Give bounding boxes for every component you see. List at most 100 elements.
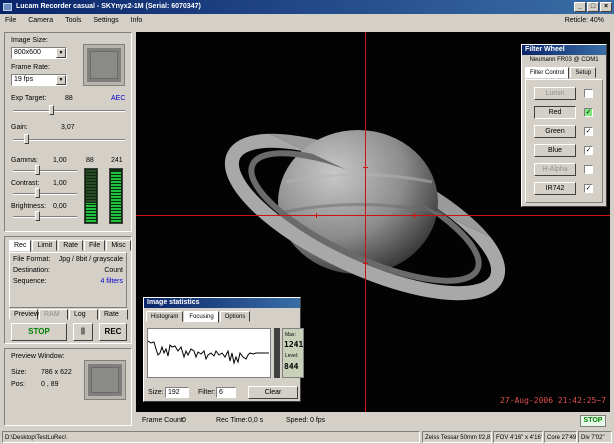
filter-button-lumin[interactable]: Lumin <box>534 87 576 100</box>
brightness-slider[interactable] <box>35 211 40 221</box>
tab-options[interactable]: Options <box>219 311 251 322</box>
exp-target-label: Exp Target: <box>11 95 47 102</box>
speed-value: 0 fps <box>310 417 326 424</box>
tab-rec[interactable]: Rec <box>9 240 32 252</box>
gamma-slider[interactable] <box>35 165 40 175</box>
contrast-slider[interactable] <box>35 188 40 198</box>
tab-filter-control[interactable]: Filter Control <box>525 67 570 79</box>
maximize-button[interactable]: □ <box>587 2 599 12</box>
filter-check-red[interactable]: ✓ <box>584 108 593 117</box>
file-format-label: File Format: <box>13 256 51 263</box>
reticle-tick <box>316 213 317 218</box>
image-statistics-title[interactable]: Image statistics <box>144 298 300 308</box>
filter-stepper[interactable]: 6 <box>216 387 236 398</box>
preview-window-panel: Preview Window: Size: 786 x 622 Pos: 0 ,… <box>4 348 132 426</box>
tab-rate-mode[interactable]: Rate <box>99 309 128 320</box>
gain-slider[interactable] <box>24 134 29 144</box>
menu-camera[interactable]: Camera <box>23 14 58 28</box>
clear-button[interactable]: Clear <box>248 386 298 399</box>
contrast-slider-track <box>13 193 77 195</box>
filter-button-h-alpha[interactable]: H-Alpha <box>534 163 576 176</box>
filter-button-ir742[interactable]: IR742 <box>534 182 576 195</box>
contrast-value: 1,00 <box>53 180 67 187</box>
filter-check-green[interactable]: ✓ <box>584 127 593 136</box>
filter-wheel-window: Filter Wheel Neumann FR03 @ COM1 Filter … <box>521 44 607 207</box>
frame-rate-select[interactable]: 19 fps ▼ <box>11 74 67 86</box>
menu-tools[interactable]: Tools <box>60 14 86 28</box>
filter-check-lumin[interactable] <box>584 89 593 98</box>
gain-label: Gain: <box>11 124 28 131</box>
signal-meter-left <box>84 168 98 224</box>
rec-time-label: Rec Time: <box>216 417 248 424</box>
tab-rate[interactable]: Rate <box>58 240 84 251</box>
chevron-down-icon: ▼ <box>56 75 66 85</box>
window-title-bar[interactable]: Lucam Recorder casual - SKYnyx2-1M (Seri… <box>0 0 614 14</box>
filter-button-blue[interactable]: Blue <box>534 144 576 157</box>
tab-histogram[interactable]: Histogram <box>146 311 184 322</box>
close-button[interactable]: × <box>600 2 612 12</box>
frame-rate-value: 19 fps <box>14 76 34 83</box>
menu-info[interactable]: Info <box>126 14 148 28</box>
destination-label: Destination: <box>13 267 50 274</box>
destination-value: Count <box>104 267 123 274</box>
filter-wheel-device: Neumann FR03 @ COM1 <box>529 57 599 63</box>
exp-target-value: 88 <box>65 95 73 102</box>
minimize-button[interactable]: _ <box>574 2 586 12</box>
filter-wheel-title[interactable]: Filter Wheel <box>522 45 606 55</box>
signal-meter-right <box>109 168 123 224</box>
filter-check-ir742[interactable]: ✓ <box>584 184 593 193</box>
size-label: Size: <box>148 389 164 396</box>
record-mode-tabs: Preview RAM Log Rate <box>9 309 128 320</box>
tab-focusing[interactable]: Focusing <box>184 311 219 323</box>
pause-button[interactable]: || <box>73 323 93 341</box>
rec-time-value: 0,0 s <box>248 417 264 424</box>
exp-target-slider[interactable] <box>49 105 54 115</box>
gamma-slider-track <box>13 170 77 172</box>
timestamp-overlay: 27-Aug-2006 21:42:25~7 <box>500 396 606 405</box>
preview-window-title: Preview Window: <box>11 353 65 360</box>
app-icon <box>3 3 12 11</box>
size-stepper-value: 192 <box>168 389 180 396</box>
camera-settings-panel: Image Size: 800x600 ▼ Frame Rate: 19 fps… <box>4 32 132 232</box>
focus-readout: Max: 1241 Level: 844 <box>282 328 304 378</box>
tab-log[interactable]: Log <box>69 309 98 320</box>
tab-file[interactable]: File <box>84 240 106 251</box>
filter-check-blue[interactable]: ✓ <box>584 146 593 155</box>
brightness-value: 0,00 <box>53 203 67 210</box>
filter-button-red[interactable]: Red <box>534 106 576 119</box>
tab-preview[interactable]: Preview <box>9 309 39 320</box>
stop-button[interactable]: STOP <box>11 323 67 341</box>
preview-position-thumbnail[interactable] <box>84 360 126 400</box>
frame-count-value: 0 <box>182 417 186 424</box>
menu-settings[interactable]: Settings <box>88 14 123 28</box>
div-info: Div 7'02" <box>578 431 612 443</box>
image-statistics-tabs: Histogram Focusing Options <box>146 311 251 323</box>
saturn-globe <box>278 130 438 274</box>
filter-check-h-alpha[interactable] <box>584 165 593 174</box>
gamma-value: 1,00 <box>53 157 67 164</box>
gain-value: 3,07 <box>61 124 75 131</box>
frame-count-label: Frame Count: <box>142 417 185 424</box>
gamma-label: Gamma: <box>11 157 38 164</box>
tab-ram[interactable]: RAM <box>39 309 68 320</box>
level-label: Level: <box>285 353 299 359</box>
tab-misc[interactable]: Misc <box>106 240 131 251</box>
rec-button[interactable]: REC <box>99 323 127 341</box>
chevron-down-icon: ▼ <box>56 48 66 58</box>
filter-button-green[interactable]: Green <box>534 125 576 138</box>
reticle-tick <box>414 213 415 218</box>
max-value: 1241 <box>284 340 304 349</box>
image-size-preview <box>83 44 125 86</box>
menu-file[interactable]: File <box>0 14 21 28</box>
aec-toggle[interactable]: AEC <box>111 95 125 102</box>
core-info: Core 27'49" <box>544 431 577 443</box>
tab-setup[interactable]: Setup <box>570 67 597 78</box>
sequence-value[interactable]: 4 filters <box>100 278 123 285</box>
size-stepper[interactable]: 192 <box>165 387 189 398</box>
preview-pos-label: Pos: <box>11 381 26 388</box>
image-size-select[interactable]: 800x600 ▼ <box>11 47 67 59</box>
preview-pos-value: 0 , 89 <box>41 381 59 388</box>
record-panel: Rec Limit Rate File Misc File Format: Jp… <box>4 236 132 344</box>
brightness-slider-track <box>13 216 77 218</box>
tab-limit[interactable]: Limit <box>32 240 58 251</box>
